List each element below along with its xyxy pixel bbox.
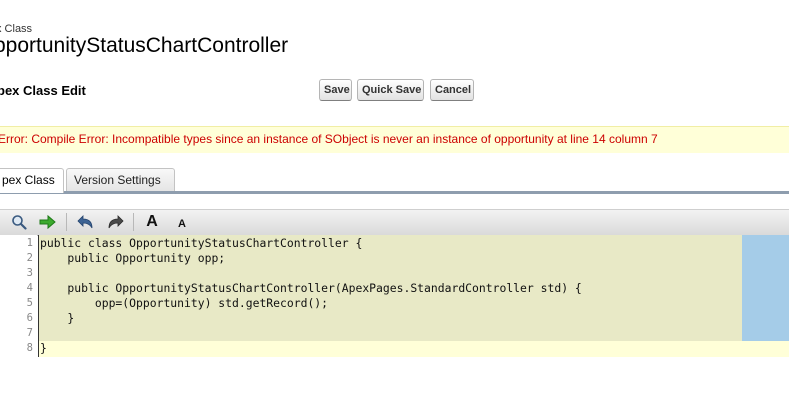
code-line: opp=(Opportunity) std.getRecord(); bbox=[40, 296, 329, 310]
go-to-line-arrow-icon[interactable] bbox=[37, 212, 59, 232]
code-editor[interactable]: 1 2 3 4 5 6 7 8 public class Opportunity… bbox=[0, 235, 789, 357]
save-button[interactable]: Save bbox=[319, 79, 352, 101]
text-cursor bbox=[38, 235, 39, 357]
decrease-font-icon[interactable]: A bbox=[171, 214, 193, 234]
redo-icon[interactable] bbox=[104, 212, 126, 232]
undo-icon[interactable] bbox=[75, 212, 97, 232]
quick-save-button[interactable]: Quick Save bbox=[357, 79, 424, 101]
page-title: pportunityStatusChartController bbox=[0, 34, 289, 57]
line-number: 7 bbox=[26, 327, 33, 339]
section-title: pex Class Edit bbox=[0, 83, 86, 98]
code-line: public class OpportunityStatusChartContr… bbox=[40, 236, 363, 250]
error-message: Error: Compile Error: Incompatible types… bbox=[0, 132, 658, 146]
line-number: 4 bbox=[26, 282, 33, 294]
editor-side-panel bbox=[742, 235, 789, 341]
toolbar-separator bbox=[133, 213, 134, 231]
line-number: 8 bbox=[26, 342, 33, 354]
tab-apex-class[interactable]: pex Class bbox=[0, 168, 64, 193]
line-number: 3 bbox=[26, 267, 33, 279]
search-icon[interactable] bbox=[8, 212, 30, 232]
code-line: } bbox=[40, 311, 75, 325]
cancel-button[interactable]: Cancel bbox=[430, 79, 474, 101]
line-number: 5 bbox=[26, 297, 33, 309]
editor-toolbar: A A bbox=[0, 209, 789, 236]
line-number-gutter: 1 2 3 4 5 6 7 8 bbox=[0, 235, 37, 357]
increase-font-icon[interactable]: A bbox=[141, 212, 163, 232]
line-number: 2 bbox=[26, 252, 33, 264]
tab-version-settings[interactable]: Version Settings bbox=[66, 168, 175, 192]
line-number: 6 bbox=[26, 312, 33, 324]
toolbar-separator bbox=[66, 213, 67, 231]
tab-rule bbox=[0, 191, 789, 194]
line-number: 1 bbox=[26, 237, 33, 249]
code-line: public OpportunityStatusChartController(… bbox=[40, 281, 582, 295]
code-line: } bbox=[40, 341, 47, 355]
current-line-highlight bbox=[38, 341, 789, 357]
code-line: public Opportunity opp; bbox=[40, 251, 226, 265]
